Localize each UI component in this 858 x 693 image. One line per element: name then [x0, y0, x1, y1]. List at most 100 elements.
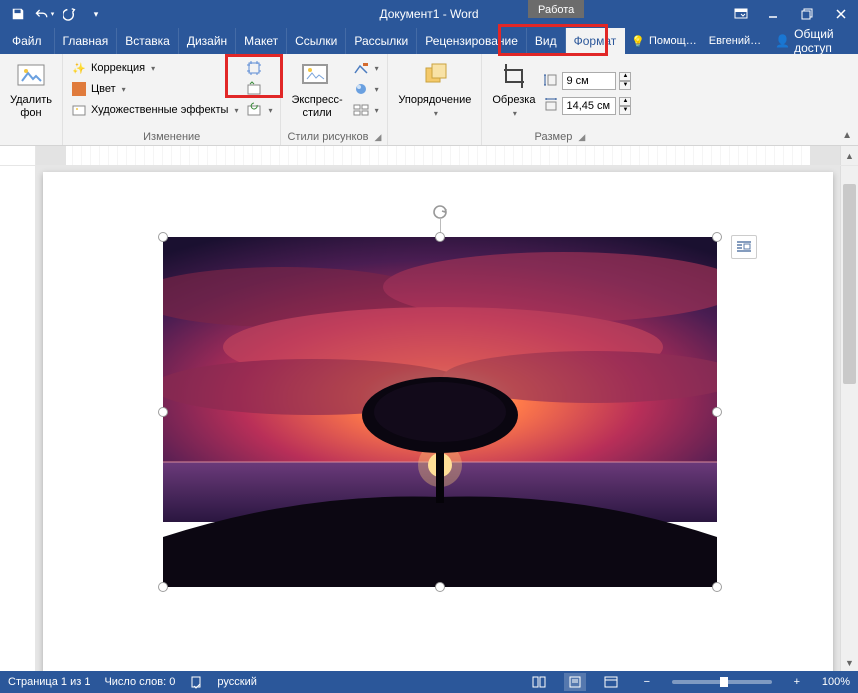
status-bar: Страница 1 из 1 Число слов: 0 русский − … [0, 671, 858, 693]
crop-icon [498, 60, 530, 92]
color-icon [71, 81, 87, 97]
change-picture-icon [246, 81, 262, 97]
corrections-button[interactable]: ✨Коррекция▾ [69, 58, 240, 78]
tab-mailings[interactable]: Рассылки [346, 28, 417, 54]
height-icon [543, 72, 559, 91]
collapse-ribbon-icon[interactable]: ▲ [842, 130, 852, 141]
resize-handle-tl[interactable] [158, 232, 168, 242]
vertical-ruler[interactable] [0, 166, 36, 671]
tab-format[interactable]: Формат [566, 28, 626, 54]
compress-icon [246, 60, 262, 76]
picture-effects-button[interactable]: ▾ [351, 79, 381, 99]
tab-view[interactable]: Вид [527, 28, 566, 54]
account-user[interactable]: Евгений… [703, 28, 767, 54]
share-button[interactable]: 👤Общий доступ [767, 28, 858, 54]
tab-layout[interactable]: Макет [236, 28, 287, 54]
zoom-slider-thumb[interactable] [720, 677, 728, 687]
styles-launcher-icon[interactable]: ◢ [374, 132, 381, 143]
change-picture-button[interactable] [244, 79, 274, 99]
artistic-effects-button[interactable]: Художественные эффекты▾ [69, 100, 240, 120]
tab-home[interactable]: Главная [55, 28, 118, 54]
styles-gallery-icon [301, 60, 333, 92]
vertical-scrollbar[interactable]: ▼ [840, 166, 858, 671]
zoom-level[interactable]: 100% [822, 676, 850, 688]
qat-customize-icon[interactable]: ▾ [84, 2, 108, 26]
height-input-row: ▲▼ [543, 72, 631, 91]
resize-handle-ml[interactable] [158, 407, 168, 417]
contextual-tab-label: Работа [528, 0, 584, 18]
width-input-row: ▲▼ [543, 97, 631, 116]
resize-handle-tr[interactable] [712, 232, 722, 242]
size-launcher-icon[interactable]: ◢ [578, 132, 585, 143]
picture-content [163, 237, 717, 587]
picture-layout-button[interactable]: ▾ [351, 100, 381, 120]
zoom-in-button[interactable]: + [786, 673, 808, 691]
artistic-icon [71, 102, 87, 118]
tab-design[interactable]: Дизайн [179, 28, 236, 54]
ribbon-tabs: Файл Главная Вставка Дизайн Макет Ссылки… [0, 28, 858, 54]
width-spin-down[interactable]: ▼ [619, 106, 631, 115]
page-indicator[interactable]: Страница 1 из 1 [8, 676, 90, 688]
reset-icon [246, 102, 262, 118]
picture-border-button[interactable]: ▾ [351, 58, 381, 78]
tab-references[interactable]: Ссылки [287, 28, 346, 54]
language-indicator[interactable]: русский [217, 676, 256, 688]
scroll-down-arrow[interactable]: ▼ [841, 655, 858, 671]
minimize-button[interactable] [756, 0, 790, 28]
spell-check-icon[interactable] [189, 675, 203, 689]
restore-button[interactable] [790, 0, 824, 28]
horizontal-ruler-area: ▲ [0, 146, 858, 166]
arrange-icon [419, 60, 451, 92]
resize-handle-mr[interactable] [712, 407, 722, 417]
resize-handle-tm[interactable] [435, 232, 445, 242]
reset-picture-button[interactable]: ▾ [244, 100, 274, 120]
remove-background-button[interactable]: Удалить фон [6, 58, 56, 141]
group-label-size: Размер [535, 131, 573, 143]
selected-picture[interactable] [163, 237, 717, 587]
tab-insert[interactable]: Вставка [117, 28, 179, 54]
resize-handle-br[interactable] [712, 582, 722, 592]
lightbulb-icon: 💡 [631, 35, 645, 48]
zoom-slider[interactable] [672, 680, 772, 684]
corrections-icon: ✨ [71, 60, 87, 76]
arrange-button[interactable]: Упорядочение▾ [394, 58, 475, 141]
border-icon [353, 60, 369, 76]
layout-options-button[interactable] [731, 235, 757, 259]
undo-icon[interactable]: ▾ [32, 2, 56, 26]
crop-button[interactable]: Обрезка▾ [488, 58, 539, 129]
ribbon-display-options-icon[interactable] [726, 0, 756, 28]
read-mode-icon[interactable] [528, 673, 550, 691]
document-area: ▼ [0, 166, 858, 671]
tab-review[interactable]: Рецензирование [417, 28, 527, 54]
print-layout-icon[interactable] [564, 673, 586, 691]
remove-bg-icon [15, 60, 47, 92]
quick-styles-button[interactable]: Экспресс- стили [287, 58, 346, 129]
save-icon[interactable] [6, 2, 30, 26]
resize-handle-bl[interactable] [158, 582, 168, 592]
redo-icon[interactable] [58, 2, 82, 26]
web-layout-icon[interactable] [600, 673, 622, 691]
zoom-out-button[interactable]: − [636, 673, 658, 691]
horizontal-ruler[interactable] [36, 146, 840, 165]
close-button[interactable] [824, 0, 858, 28]
resize-handle-bm[interactable] [435, 582, 445, 592]
scrollbar-thumb[interactable] [843, 184, 856, 384]
title-bar: ▾ ▾ Документ1 - Word Работа [0, 0, 858, 28]
width-spin-up[interactable]: ▲ [619, 97, 631, 106]
color-button[interactable]: Цвет▾ [69, 79, 240, 99]
height-spin-down[interactable]: ▼ [619, 81, 631, 90]
ribbon: Удалить фон ✨Коррекция▾ Цвет▾ Художестве… [0, 54, 858, 146]
group-label-adjust: Изменение [143, 131, 200, 143]
layout-icon [353, 102, 369, 118]
height-spin-up[interactable]: ▲ [619, 72, 631, 81]
scroll-up-arrow[interactable]: ▲ [840, 146, 858, 165]
word-count[interactable]: Число слов: 0 [104, 676, 175, 688]
page[interactable] [43, 172, 833, 671]
height-input[interactable] [562, 72, 616, 90]
tell-me-search[interactable]: 💡Помощ… [625, 28, 702, 54]
tab-file[interactable]: Файл [0, 28, 55, 54]
width-input[interactable] [562, 97, 616, 115]
compress-pictures-button[interactable] [244, 58, 274, 78]
width-icon [543, 97, 559, 116]
document-canvas[interactable] [36, 166, 840, 671]
